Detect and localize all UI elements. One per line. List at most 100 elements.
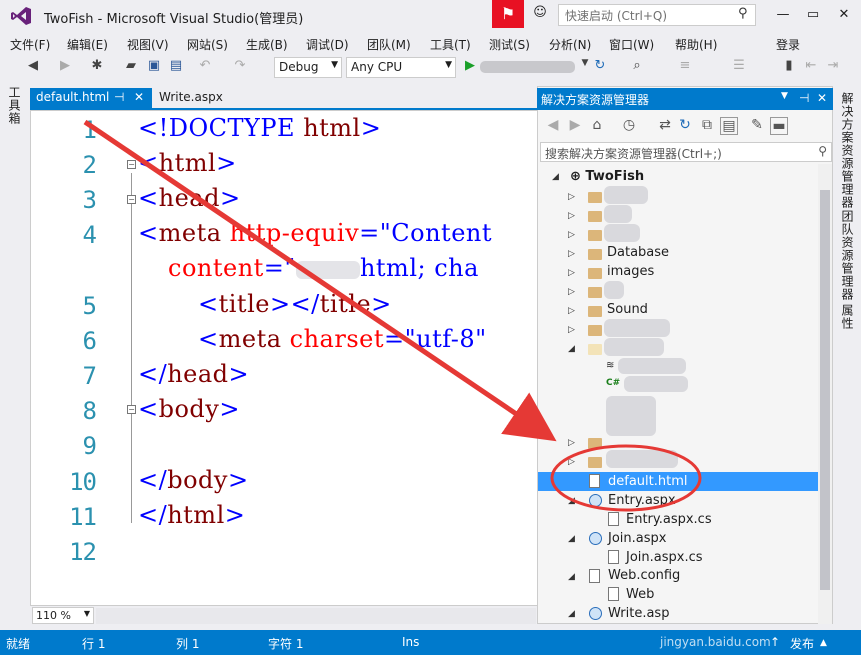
tree-item-default-html[interactable]: default.html [608,474,688,489]
start-debug-icon[interactable]: ▶ [461,58,479,73]
collapsed-caret-icon[interactable]: ▷ [568,306,575,316]
tab-properties[interactable]: 属性 [839,304,856,330]
menu-test[interactable]: 测试(S) [489,36,530,53]
tree-item-web[interactable]: Web [626,587,654,602]
redo-icon[interactable]: ↷ [231,58,249,73]
tree-item-entry-aspx[interactable]: Entry.aspx [608,493,676,508]
forward-icon[interactable]: ▶ [56,58,74,73]
preview-icon[interactable]: ▬ [770,117,788,135]
menu-analyze[interactable]: 分析(N) [549,36,591,53]
collapse-all-icon[interactable]: ⧉ [698,117,716,133]
chevron-up-icon[interactable]: ▲ [820,638,827,648]
history-icon[interactable]: ◷ [620,117,638,133]
menu-build[interactable]: 生成(B) [246,36,288,53]
folder-icon [588,230,602,241]
collapsed-caret-icon[interactable]: ▷ [568,192,575,202]
minimize-button[interactable]: — [768,4,798,26]
tree-root-solution[interactable]: ⊕ TwoFish [570,169,644,184]
save-all-icon[interactable]: ▤ [167,58,185,73]
tree-item-database[interactable]: Database [607,245,669,260]
collapse-icon[interactable]: − [127,195,136,204]
collapse-icon[interactable]: − [127,160,136,169]
expanded-caret-icon[interactable]: ◢ [568,344,575,354]
tree-item-images[interactable]: images [607,264,654,279]
collapse-icon[interactable]: − [127,405,136,414]
tree-item-entry-cs[interactable]: Entry.aspx.cs [626,512,712,527]
align-icon[interactable]: ≡ [676,58,694,73]
menu-website[interactable]: 网站(S) [187,36,228,53]
close-icon[interactable]: ✕ [817,91,827,105]
expanded-caret-icon[interactable]: ◢ [568,534,575,544]
expanded-caret-icon[interactable]: ◢ [552,172,559,182]
feedback-icon[interactable]: ☺ [530,5,550,23]
horizontal-scrollbar[interactable] [96,608,536,624]
code-editor[interactable] [30,110,538,606]
properties-wrench-icon[interactable]: ✎ [748,117,766,133]
menu-debug[interactable]: 调试(D) [306,36,349,53]
collapsed-caret-icon[interactable]: ▷ [568,325,575,335]
toolbox-tab[interactable]: 工具箱 [7,86,23,125]
tree-item-join-aspx[interactable]: Join.aspx [608,531,666,546]
prev-bookmark-icon[interactable]: ⇤ [802,58,820,73]
signin-link[interactable]: 登录 [776,36,800,53]
new-project-icon[interactable]: ✱ [88,58,106,73]
menu-window[interactable]: 窗口(W) [609,36,654,53]
close-icon[interactable]: ✕ [134,90,144,104]
expanded-caret-icon[interactable]: ◢ [568,609,575,619]
tree-item-web-config[interactable]: Web.config [608,568,680,583]
tree-item-write-aspx[interactable]: Write.asp [608,606,669,621]
expanded-caret-icon[interactable]: ◢ [568,496,575,506]
tab-team-explorer[interactable]: 团队资源管理器 [839,210,856,301]
close-button[interactable]: ✕ [829,4,859,26]
collapsed-caret-icon[interactable]: ▷ [568,268,575,278]
chevron-down-icon[interactable]: ▼ [781,91,788,101]
zoom-select[interactable]: 110 % ▼ [32,607,94,624]
pin-icon[interactable]: ⊣ [799,91,809,105]
quick-launch-input[interactable]: 快速启动 (Ctrl+Q) [558,4,756,26]
menu-help[interactable]: 帮助(H) [675,36,717,53]
refresh-icon[interactable]: ↻ [591,58,609,73]
show-all-files-icon[interactable]: ▤ [720,117,738,135]
menu-team[interactable]: 团队(M) [367,36,411,53]
notification-flag-icon[interactable]: ⚑ [492,0,524,28]
sync-icon[interactable]: ⇄ [656,117,674,133]
solution-config-select[interactable]: Debug ▼ [274,57,342,78]
solution-search-input[interactable]: 搜索解决方案资源管理器(Ctrl+;) ⚲ [540,142,832,162]
collapsed-caret-icon[interactable]: ▷ [568,249,575,259]
publish-button[interactable]: 发布 [790,635,814,652]
scrollbar-thumb[interactable] [820,190,830,590]
bookmark-icon[interactable]: ▮ [780,58,798,73]
open-file-icon[interactable]: ▰ [122,58,140,73]
tree-item-join-cs[interactable]: Join.aspx.cs [626,550,703,565]
collapsed-caret-icon[interactable]: ▷ [568,287,575,297]
restore-button[interactable]: ▭ [798,4,828,26]
tab-solution-explorer[interactable]: 解决方案资源管理器 [839,92,856,209]
tree-item-sound[interactable]: Sound [607,302,648,317]
find-in-files-icon[interactable]: ⌕ [628,58,646,73]
menu-view[interactable]: 视图(V) [127,36,169,53]
redacted-text [295,260,360,279]
back-icon[interactable]: ◀ [24,58,42,73]
back-icon[interactable]: ◀ [544,117,562,133]
home-icon[interactable]: ⌂ [588,117,606,133]
collapsed-caret-icon[interactable]: ▷ [568,438,575,448]
collapsed-caret-icon[interactable]: ▷ [568,230,575,240]
menu-file[interactable]: 文件(F) [10,36,50,53]
collapsed-caret-icon[interactable]: ▷ [568,457,575,467]
collapsed-caret-icon[interactable]: ▷ [568,211,575,221]
pin-icon[interactable]: ⊣ [114,90,124,104]
forward-icon[interactable]: ▶ [566,117,584,133]
save-icon[interactable]: ▣ [145,58,163,73]
platform-select[interactable]: Any CPU ▼ [346,57,456,78]
tab-write-aspx[interactable]: Write.aspx [153,88,263,109]
publish-arrow-icon[interactable]: ↑ [770,635,780,649]
menu-edit[interactable]: 编辑(E) [67,36,108,53]
aspx-file-icon [589,494,602,507]
next-bookmark-icon[interactable]: ⇥ [824,58,842,73]
refresh-icon[interactable]: ↻ [676,117,694,133]
undo-icon[interactable]: ↶ [196,58,214,73]
menu-tools[interactable]: 工具(T) [430,36,471,53]
expanded-caret-icon[interactable]: ◢ [568,572,575,582]
comment-icon[interactable]: ☰ [730,58,748,73]
tab-default-html[interactable]: default.html ⊣ ✕ [30,88,152,109]
